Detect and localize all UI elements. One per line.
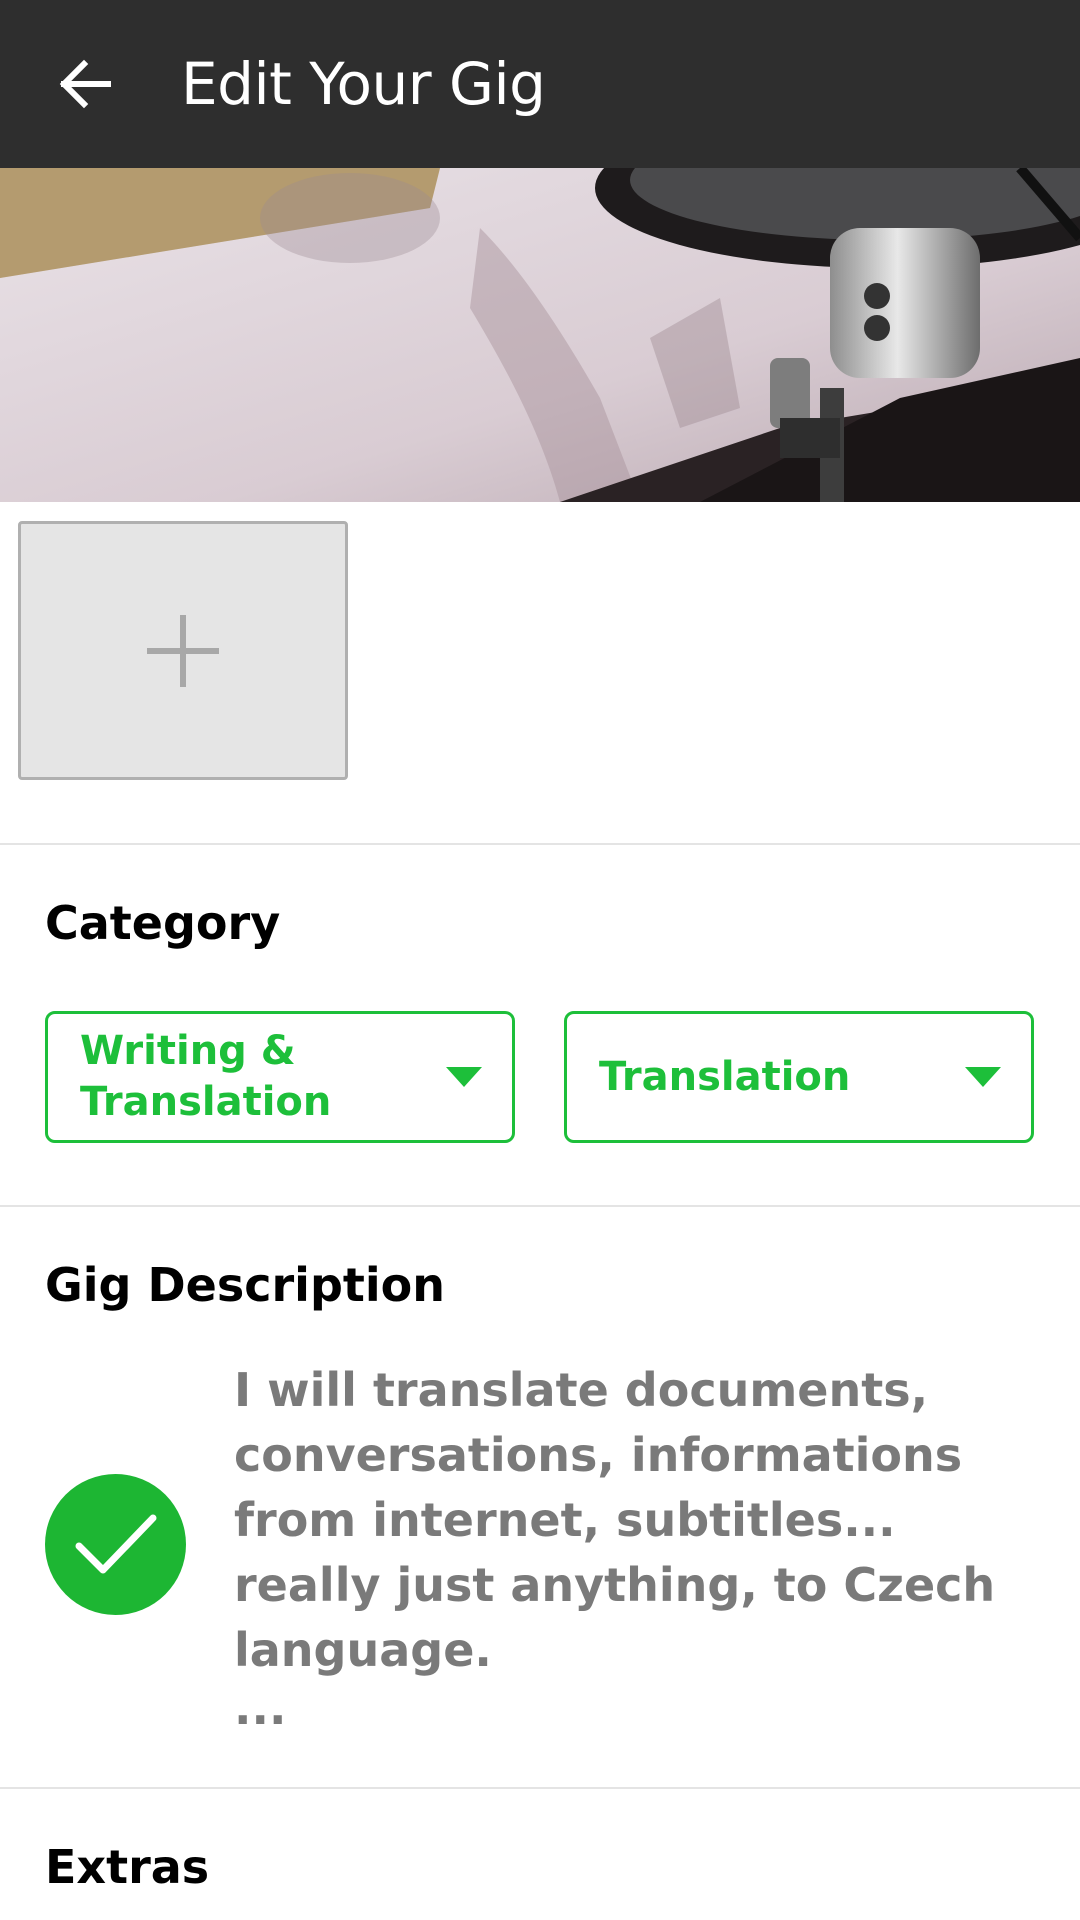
category-heading: Category — [45, 896, 281, 950]
back-button[interactable] — [40, 44, 128, 124]
divider — [0, 1787, 1080, 1789]
add-media-button[interactable] — [18, 521, 348, 780]
divider — [0, 843, 1080, 845]
chevron-down-icon — [965, 1067, 1001, 1087]
page-title: Edit Your Gig — [181, 50, 546, 118]
check-circle-icon — [45, 1474, 186, 1615]
divider — [0, 1205, 1080, 1207]
gig-cover-image[interactable] — [0, 168, 1080, 502]
plus-icon — [147, 614, 219, 687]
main-category-dropdown[interactable]: Writing & Translation — [45, 1011, 515, 1143]
gig-description-text[interactable]: I will translate documents, conversation… — [234, 1358, 1034, 1733]
sub-category-dropdown[interactable]: Translation — [564, 1011, 1034, 1143]
chevron-down-icon — [446, 1067, 482, 1087]
extras-heading: Extras — [45, 1840, 210, 1894]
arrow-left-icon — [59, 59, 111, 109]
main-category-value: Writing & Translation — [80, 1028, 332, 1125]
checkmark-icon — [75, 1514, 156, 1573]
microphone-photo — [0, 168, 1080, 502]
sub-category-value: Translation — [599, 1053, 851, 1100]
gig-description-heading: Gig Description — [45, 1258, 445, 1312]
app-toolbar: Edit Your Gig — [0, 0, 1080, 168]
